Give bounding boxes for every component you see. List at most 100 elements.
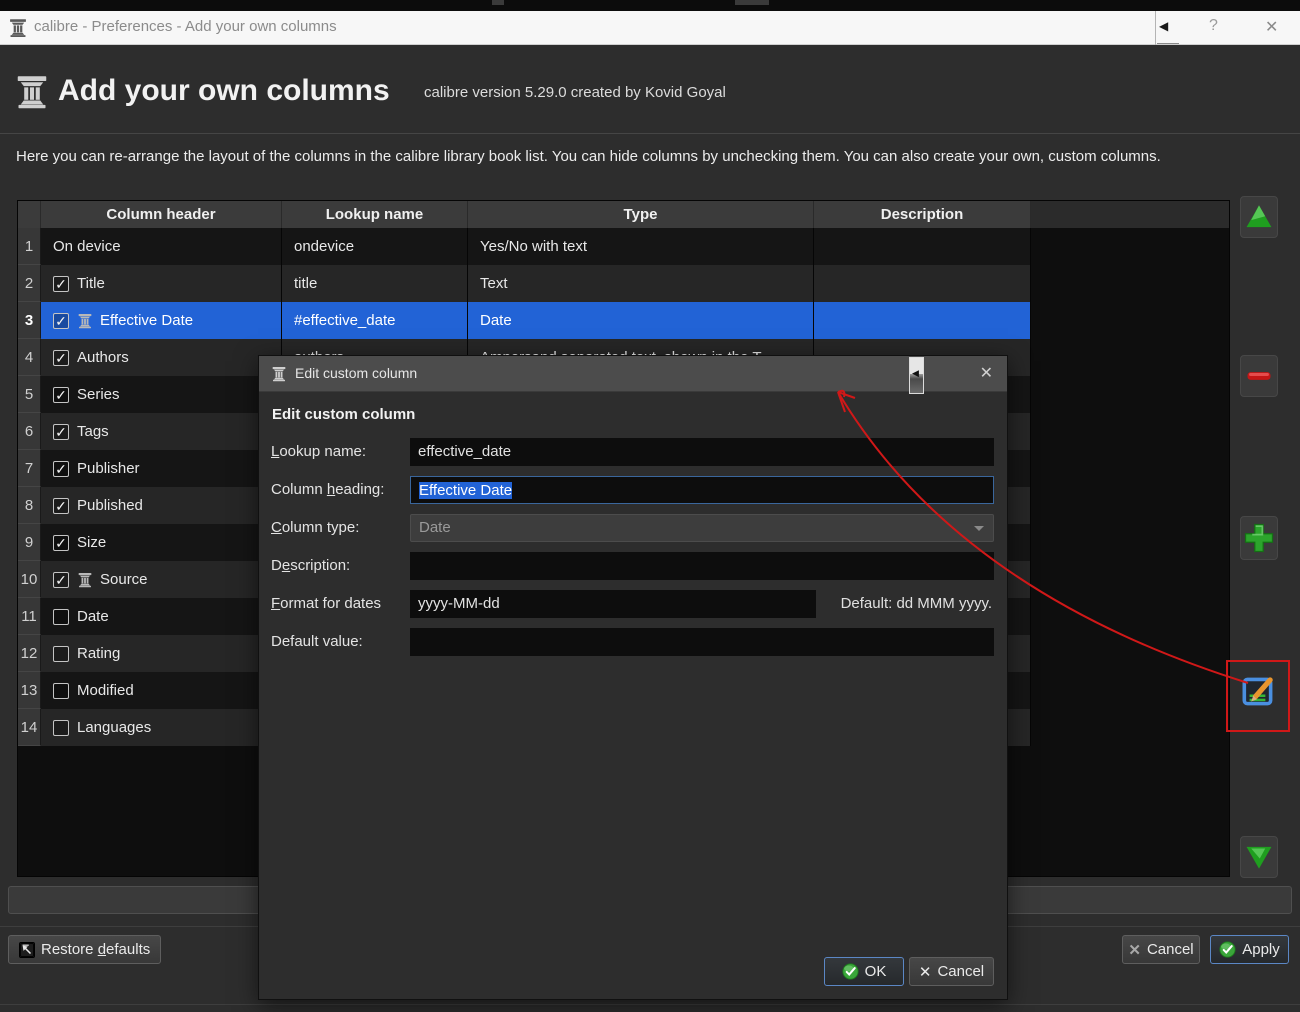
row-number: 1 (18, 228, 41, 265)
dialog-close-icon[interactable]: ✕ (980, 363, 993, 383)
row-number: 6 (18, 413, 41, 450)
dialog-titlebar[interactable]: Edit custom column ◀ ✕ (259, 356, 1007, 394)
column-header-cell[interactable]: ✓ Authors (41, 339, 282, 376)
remove-icon (1247, 372, 1271, 380)
column-visible-checkbox[interactable]: ✓ (53, 497, 69, 514)
column-heading-input[interactable]: Effective Date (410, 476, 994, 504)
table-header-row: Column header Lookup name Type Descripti… (18, 201, 1229, 228)
add-icon (1244, 523, 1274, 553)
window-titlebar[interactable]: calibre - Preferences - Add your own col… (0, 11, 1300, 45)
move-down-button[interactable] (1240, 836, 1278, 878)
move-up-button[interactable] (1240, 196, 1278, 238)
dialog-ok-button[interactable]: OK (824, 957, 904, 986)
description-label: Description: (271, 557, 351, 574)
column-header-cell[interactable]: ✓ Tags (41, 413, 282, 450)
remove-column-button[interactable] (1240, 355, 1278, 397)
apply-button[interactable]: Apply (1210, 935, 1289, 964)
column-visible-checkbox[interactable]: ✓ (53, 534, 69, 551)
type-cell[interactable]: Date (468, 302, 814, 339)
back-arrow-icon[interactable]: ◀ (1159, 19, 1168, 33)
filler-cell (1031, 376, 1229, 413)
lookup-name-label: Lookup name: (271, 443, 367, 460)
type-cell[interactable]: Yes/No with text (468, 228, 814, 265)
column-visible-checkbox[interactable] (53, 719, 69, 736)
selected-text: Effective Date (419, 482, 513, 499)
column-visible-checkbox[interactable] (53, 608, 69, 625)
column-name: Rating (77, 645, 121, 662)
edit-custom-column-dialog: Edit custom column ◀ ✕ Edit custom colum… (258, 355, 1008, 1000)
column-name: Published (77, 497, 143, 514)
column-header-cell[interactable]: ✓ Source (41, 561, 282, 598)
column-visible-checkbox[interactable]: ✓ (53, 571, 69, 588)
clipped-text-artifact (492, 0, 504, 5)
column-heading-label: Column heading: (271, 481, 385, 498)
cancel-button[interactable]: ✕ Cancel (1122, 935, 1200, 964)
column-visible-checkbox[interactable]: ✓ (53, 423, 69, 440)
header-filler (1031, 201, 1229, 228)
type-heading[interactable]: Type (468, 201, 814, 228)
column-name: Languages (77, 719, 152, 736)
column-header-cell[interactable]: Date (41, 598, 282, 635)
row-number: 10 (18, 561, 41, 598)
lookup-name-heading[interactable]: Lookup name (282, 201, 468, 228)
date-format-hint: Default: dd MMM yyyy. (840, 595, 992, 612)
column-name: Tags (77, 423, 109, 440)
row-number: 3 (18, 302, 41, 339)
header-separator (0, 133, 1300, 134)
default-value-input[interactable] (410, 628, 994, 656)
column-header-cell[interactable]: Rating (41, 635, 282, 672)
description-cell[interactable] (814, 265, 1031, 302)
dialog-calibre-icon (271, 366, 287, 382)
row-number: 4 (18, 339, 41, 376)
lookup-name-cell[interactable]: #effective_date (282, 302, 468, 339)
description-cell[interactable] (814, 302, 1031, 339)
clipped-text-artifact (735, 0, 769, 5)
column-header-cell[interactable]: Languages (41, 709, 282, 746)
column-visible-checkbox[interactable]: ✓ (53, 275, 69, 292)
table-row[interactable]: 2 ✓ Title title Text (18, 265, 1229, 302)
column-header-cell[interactable]: ✓ Size (41, 524, 282, 561)
table-row[interactable]: 1 On device ondevice Yes/No with text (18, 228, 1229, 265)
filler-cell (1031, 228, 1229, 265)
dialog-heading: Edit custom column (272, 406, 416, 423)
lookup-name-cell[interactable]: title (282, 265, 468, 302)
date-format-input[interactable]: yyyy-MM-dd (410, 590, 816, 618)
column-visible-checkbox[interactable]: ✓ (53, 312, 69, 329)
help-icon[interactable]: ? (1209, 17, 1218, 35)
column-header-cell[interactable]: ✓ Published (41, 487, 282, 524)
lookup-name-cell[interactable]: ondevice (282, 228, 468, 265)
description-heading[interactable]: Description (814, 201, 1031, 228)
column-header-cell[interactable]: ✓ Series (41, 376, 282, 413)
combo-arrow-icon (974, 526, 984, 531)
description-input[interactable] (410, 552, 994, 580)
scroll-back-icon: ◀ (912, 368, 919, 378)
column-visible-checkbox[interactable]: ✓ (53, 460, 69, 477)
dialog-cancel-button[interactable]: ✕ Cancel (909, 957, 994, 986)
row-number-header (18, 201, 41, 228)
description-cell[interactable] (814, 228, 1031, 265)
column-header-heading[interactable]: Column header (41, 201, 282, 228)
cancel-x-icon: ✕ (1128, 941, 1141, 959)
column-header-cell[interactable]: ✓ Publisher (41, 450, 282, 487)
column-header-cell[interactable]: Modified (41, 672, 282, 709)
column-visible-checkbox[interactable] (53, 682, 69, 699)
table-row[interactable]: 3 ✓ Effective Date #effective_date Date (18, 302, 1229, 339)
filler-cell (1031, 265, 1229, 302)
close-window-icon[interactable]: ✕ (1265, 17, 1278, 37)
column-header-cell[interactable]: ✓ Effective Date (41, 302, 282, 339)
type-cell[interactable]: Text (468, 265, 814, 302)
filler-cell (1031, 561, 1229, 598)
column-visible-checkbox[interactable] (53, 645, 69, 662)
add-column-button[interactable] (1240, 516, 1278, 560)
restore-defaults-button[interactable]: Restore defaults (8, 935, 162, 964)
move-down-icon (1246, 846, 1272, 869)
column-visible-checkbox[interactable]: ✓ (53, 386, 69, 403)
row-number: 11 (18, 598, 41, 635)
custom-column-icon (77, 572, 93, 588)
column-header-cell[interactable]: ✓ Title (41, 265, 282, 302)
column-header-cell[interactable]: On device (41, 228, 282, 265)
apply-label: Apply (1242, 941, 1280, 958)
column-visible-checkbox[interactable]: ✓ (53, 349, 69, 366)
lookup-name-input[interactable]: effective_date (410, 438, 994, 466)
column-name: Size (77, 534, 107, 551)
